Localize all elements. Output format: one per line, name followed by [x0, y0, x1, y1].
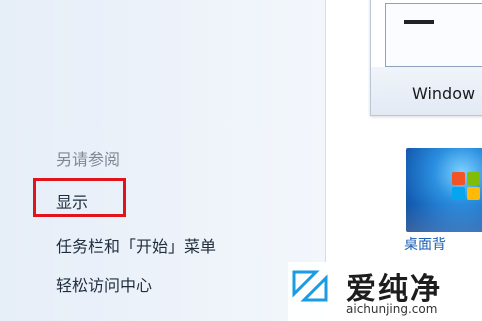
see-also-heading: 另请参阅 [56, 150, 121, 169]
watermark: 爱纯净 aichunjing.com [288, 262, 482, 321]
watermark-url: aichunjing.com [346, 302, 438, 316]
left-navigation-pane [0, 0, 325, 321]
see-also-link-taskbar-start-menu[interactable]: 任务栏和「开始」菜单 [56, 233, 216, 257]
highlight-box [33, 178, 126, 217]
desktop-background-caption[interactable]: 桌面背 [404, 234, 446, 254]
desktop-background-tile[interactable] [406, 148, 482, 232]
thumbnail-window-preview [385, 3, 482, 67]
thumbnail-title-bar [404, 20, 434, 24]
see-also-link-ease-of-access-center[interactable]: 轻松访问中心 [56, 272, 152, 296]
watermark-logo-icon [292, 270, 328, 302]
windows-logo-icon [452, 172, 482, 202]
theme-thumbnail-caption: Window [412, 84, 476, 103]
